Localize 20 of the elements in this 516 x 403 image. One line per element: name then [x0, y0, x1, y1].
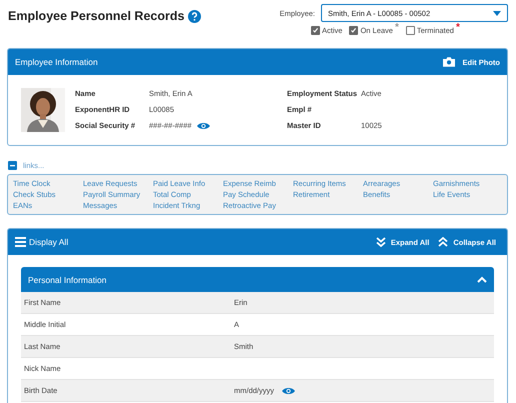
eye-icon[interactable]: [196, 122, 210, 130]
panel-title: Employee Information: [15, 57, 98, 67]
checkbox[interactable]: [311, 26, 320, 35]
double-chevron-up-icon[interactable]: [438, 237, 448, 247]
camera-icon[interactable]: [442, 57, 454, 67]
collapse-icon[interactable]: [8, 160, 17, 170]
dropdown-caret-icon[interactable]: [493, 10, 501, 16]
checkbox[interactable]: [406, 26, 415, 35]
chevron-icon[interactable]: [477, 276, 487, 283]
checkbox[interactable]: [349, 26, 358, 35]
section-title: Personal Information: [28, 274, 106, 284]
help-icon[interactable]: [188, 10, 202, 22]
asterisk: *: [394, 24, 399, 32]
eye-icon[interactable]: [282, 386, 296, 394]
page-title: Employee Personnel Records: [8, 9, 184, 23]
double-chevron-down-icon[interactable]: [376, 237, 386, 247]
section-header[interactable]: Personal Information: [21, 267, 494, 292]
panel-title[interactable]: Display All: [29, 237, 68, 247]
asterisk: *: [456, 24, 460, 32]
menu-icon[interactable]: [15, 237, 26, 247]
